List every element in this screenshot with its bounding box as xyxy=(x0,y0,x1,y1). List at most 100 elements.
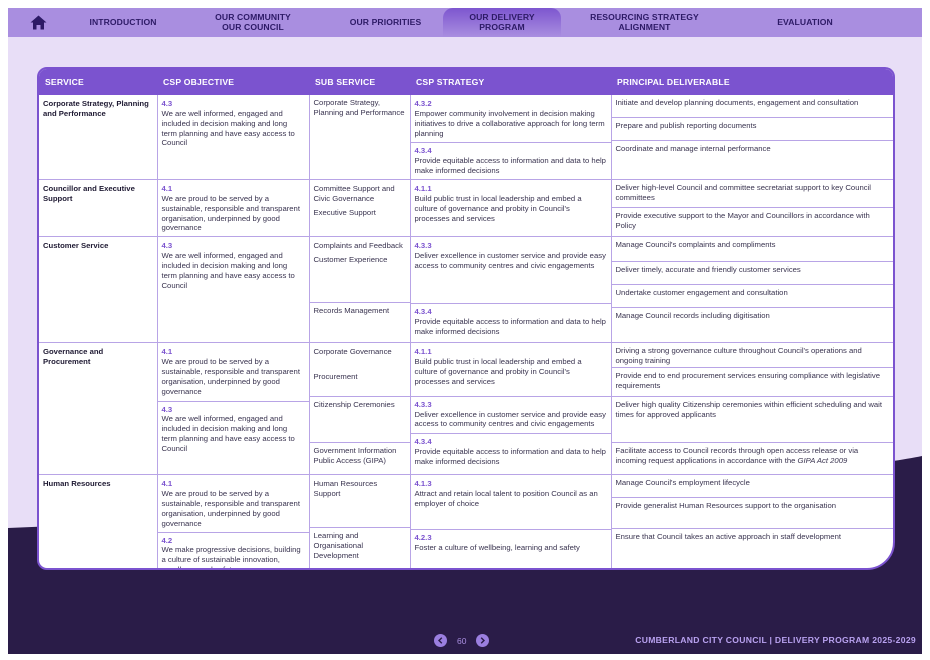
strategy-number: 4.1.1 xyxy=(414,347,432,357)
strategy-text: Attract and retain local talent to posit… xyxy=(414,489,598,509)
objective-text: We are proud to be served by a sustainab… xyxy=(161,357,300,396)
strategy-text: Provide equitable access to information … xyxy=(414,156,606,176)
sub-service-cell: Committee Support and Civic Governance E… xyxy=(309,179,411,238)
strategy-number: 4.3.2 xyxy=(414,99,432,108)
objective-cell: 4.3 We are well informed, engaged and in… xyxy=(157,236,310,344)
strategy-text: Build public trust in local leadership a… xyxy=(414,193,582,223)
strategy-divider-block: 4.3.4 Provide equitable access to inform… xyxy=(410,433,611,467)
strategy-text: Provide equitable access to information … xyxy=(414,447,606,467)
chevron-right-icon xyxy=(481,637,486,644)
deliverable-item: Manage Council's employment lifecycle xyxy=(611,475,893,499)
deliverable-item: Coordinate and manage internal performan… xyxy=(615,144,771,153)
objective-text: We are well informed, engaged and includ… xyxy=(161,414,295,454)
strategy-text: Provide equitable access to information … xyxy=(414,316,606,336)
table-row: Corporate Strategy, Planning and Perform… xyxy=(39,95,893,181)
header-sub-service: SUB SERVICE xyxy=(309,69,410,95)
nav-evaluation[interactable]: EVALUATION xyxy=(728,8,882,37)
header-csp-objective: CSP OBJECTIVE xyxy=(157,69,309,95)
objective-text: We are proud to be served by a sustainab… xyxy=(161,489,300,528)
objective-number: 4.2 xyxy=(161,535,173,545)
strategy-text: Build public trust in local leadership a… xyxy=(414,357,582,386)
sub-service-cell: Corporate Governance Procurement Citizen… xyxy=(309,342,411,476)
chevron-left-icon xyxy=(437,637,443,644)
deliverable-item: Ensure that Council takes an active appr… xyxy=(615,532,842,542)
strategy-cell: 4.3.2 Empower community involvement in d… xyxy=(410,95,612,181)
header-service: SERVICE xyxy=(39,69,157,95)
deliverable-cell: Initiate and develop planning documents,… xyxy=(611,95,893,181)
deliverable-item: Provide end to end procurement services … xyxy=(611,368,893,398)
deliverable-item: Manage Council's complaints and complime… xyxy=(611,237,893,263)
deliverable-cell: Manage Council's employment lifecycle Pr… xyxy=(611,474,893,568)
strategy-text: Deliver excellence in customer service a… xyxy=(414,409,606,429)
sub-service-item: Government Information Public Access (GI… xyxy=(309,442,410,469)
strategy-cell: 4.3.3 Deliver excellence in customer ser… xyxy=(410,236,612,344)
deliverable-item: Provide executive support to the Mayor a… xyxy=(615,210,870,230)
strategy-number: 4.3.3 xyxy=(414,399,432,409)
strategy-cell: 4.1.1 Build public trust in local leader… xyxy=(410,179,612,238)
deliverable-item: Deliver high quality Citizenship ceremon… xyxy=(611,397,893,444)
deliverable-cell: Manage Council's complaints and complime… xyxy=(611,236,893,344)
objective-number: 4.1 xyxy=(161,184,173,194)
table-row: Councillor and Executive Support 4.1 We … xyxy=(39,179,893,238)
service-cell: Governance and Procurement xyxy=(39,342,158,476)
deliverable-item: Facilitate access to Council records thr… xyxy=(612,443,894,470)
sub-service-item: Customer Experience xyxy=(313,255,388,265)
top-navigation: INTRODUCTION OUR COMMUNITY OUR COUNCIL O… xyxy=(8,8,922,37)
strategy-divider-block: 4.3.3 Deliver excellence in customer ser… xyxy=(410,395,611,430)
objective-divider-block: 4.3 We are well informed, engaged and in… xyxy=(157,400,309,454)
objective-number: 4.1 xyxy=(161,479,173,489)
nav-our-priorities[interactable]: OUR PRIORITIES xyxy=(328,8,443,37)
deliverable-item: Deliver high-level Council and committee… xyxy=(611,180,893,208)
objective-number: 4.3 xyxy=(161,241,173,251)
objective-cell: 4.3 We are well informed, engaged and in… xyxy=(157,95,310,181)
nav-our-community[interactable]: OUR COMMUNITY OUR COUNCIL xyxy=(178,8,328,37)
nav-resourcing-strategy[interactable]: RESOURCING STRATEGY ALIGNMENT xyxy=(561,8,728,37)
page-pager: 60 xyxy=(434,634,490,647)
objective-text: We are well informed, engaged and includ… xyxy=(161,108,295,148)
objective-number: 4.1 xyxy=(161,347,173,357)
deliverable-item: Driving a strong governance culture thro… xyxy=(611,343,893,369)
sub-service-item: Learning and Organisational Development xyxy=(309,527,410,564)
deliverable-item: Undertake customer engagement and consul… xyxy=(611,285,893,309)
strategy-cell: 4.1.1 Build public trust in local leader… xyxy=(410,342,612,476)
service-cell: Customer Service xyxy=(39,236,158,344)
header-principal-deliverable: PRINCIPAL DELIVERABLE xyxy=(611,69,893,95)
strategy-divider-block: 4.2.3 Foster a culture of wellbeing, lea… xyxy=(410,528,611,553)
objective-text: We make progressive decisions, building … xyxy=(161,545,301,570)
strategy-text: Foster a culture of wellbeing, learning … xyxy=(414,542,580,552)
footer-document-title: CUMBERLAND CITY COUNCIL | DELIVERY PROGR… xyxy=(635,635,916,645)
deliverable-item: Provide generalist Human Resources suppo… xyxy=(611,498,893,530)
deliverable-cell: Deliver high-level Council and committee… xyxy=(611,179,893,238)
deliverable-item: Deliver timely, accurate and friendly cu… xyxy=(611,262,893,286)
sub-service-item: Executive Support xyxy=(313,207,376,217)
delivery-program-table: SERVICE CSP OBJECTIVE SUB SERVICE CSP ST… xyxy=(39,69,894,570)
sub-service-item: Human Resources Support xyxy=(313,479,378,499)
strategy-cell: 4.1.3 Attract and retain local talent to… xyxy=(410,474,612,568)
sub-service-cell: Corporate Strategy, Planning and Perform… xyxy=(309,95,411,181)
table-header-row: SERVICE CSP OBJECTIVE SUB SERVICE CSP ST… xyxy=(39,69,893,95)
sub-service-cell: Human Resources Support Learning and Org… xyxy=(309,474,411,568)
service-cell: Corporate Strategy, Planning and Perform… xyxy=(39,95,158,181)
objective-text: We are well informed, engaged and includ… xyxy=(161,251,295,290)
sub-service-item: Committee Support and Civic Governance xyxy=(313,184,395,203)
objective-number: 4.3 xyxy=(161,404,173,414)
nav-introduction[interactable]: INTRODUCTION xyxy=(68,8,178,37)
objective-cell: 4.1 We are proud to be served by a susta… xyxy=(157,474,310,570)
previous-page-button[interactable] xyxy=(434,634,447,647)
nav-our-delivery-program[interactable]: OUR DELIVERY PROGRAM xyxy=(443,8,561,37)
strategy-number: 4.1.1 xyxy=(414,184,432,194)
page-number: 60 xyxy=(457,635,467,646)
objective-number: 4.3 xyxy=(161,99,173,108)
table-row: Human Resources 4.1 We are proud to be s… xyxy=(39,474,893,570)
home-button[interactable] xyxy=(8,8,68,37)
strategy-number: 4.3.4 xyxy=(414,306,432,316)
strategy-text: Empower community involvement in decisio… xyxy=(414,108,605,138)
strategy-divider-block: 4.3.4 Provide equitable access to inform… xyxy=(410,142,611,176)
service-cell: Human Resources xyxy=(39,474,158,568)
strategy-number: 4.3.4 xyxy=(414,437,432,447)
strategy-number: 4.3.4 xyxy=(414,146,432,156)
strategy-number: 4.2.3 xyxy=(414,532,432,542)
next-page-button[interactable] xyxy=(476,634,490,647)
objective-cell: 4.1 We are proud to be served by a susta… xyxy=(157,179,310,238)
sub-service-item: Citizenship Ceremonies xyxy=(309,396,410,442)
